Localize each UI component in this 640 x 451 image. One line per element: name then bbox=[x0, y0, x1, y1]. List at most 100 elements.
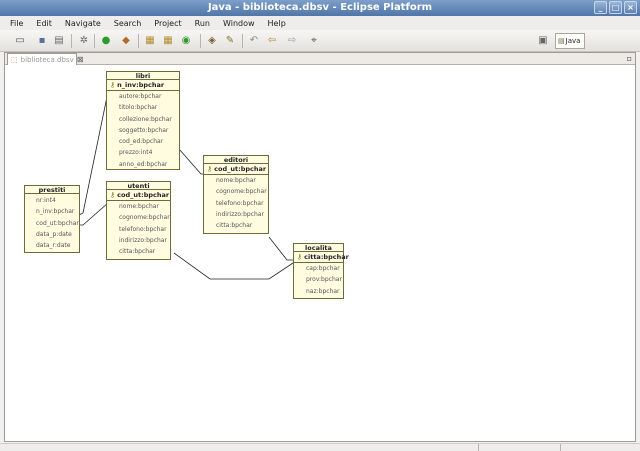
entity-utenti-pk-label: cod_ut:bpchar bbox=[117, 190, 170, 199]
toolbar-separator bbox=[94, 34, 95, 48]
field: naz:bpchar bbox=[306, 287, 340, 295]
entity-prestiti-fields: nr:int4 n_inv:bpchar cod_ut:bpchar data_… bbox=[25, 194, 79, 251]
menu-help[interactable]: Help bbox=[268, 19, 286, 28]
menu-navigate[interactable]: Navigate bbox=[65, 19, 101, 28]
open-type-icon[interactable]: ◈ bbox=[204, 33, 220, 49]
entity-localita-fields: cap:bpchar prov:bpchar naz:bpchar bbox=[294, 263, 343, 297]
perspective-label: Java bbox=[565, 37, 581, 45]
run-icon[interactable]: ● bbox=[98, 33, 114, 49]
field: titolo:bpchar bbox=[119, 104, 158, 112]
menu-edit[interactable]: Edit bbox=[36, 19, 52, 28]
editor-tab-row: ⬚ biblioteca.dbsv ⊠ ▫ bbox=[5, 53, 635, 65]
entity-utenti[interactable]: utenti ⚷ cod_ut:bpchar nome:bpchar cogno… bbox=[106, 181, 171, 260]
debug-icon[interactable]: ✲ bbox=[76, 33, 92, 49]
field: nome:bpchar bbox=[216, 177, 256, 184]
editor-tab-label: biblioteca.dbsv bbox=[20, 55, 74, 64]
forward-icon[interactable]: ⇨ bbox=[284, 33, 300, 49]
field: prezzo:int4 bbox=[119, 149, 153, 157]
window-titlebar: Java - biblioteca.dbsv - Eclipse Platfor… bbox=[0, 0, 640, 16]
external-tools-icon[interactable]: ◆ bbox=[118, 33, 134, 49]
key-icon: ⚷ bbox=[207, 164, 213, 173]
search-icon[interactable]: ✎ bbox=[222, 33, 238, 49]
field: nr:int4 bbox=[36, 197, 56, 204]
status-bar bbox=[0, 443, 640, 451]
new-package-icon[interactable]: ▦ bbox=[142, 33, 158, 49]
entity-editori-pk-label: cod_ut:bpchar bbox=[214, 164, 267, 173]
link-libri-editori bbox=[178, 148, 203, 175]
diagram-file-icon: ⬚ bbox=[11, 55, 18, 64]
minimize-button[interactable]: _ bbox=[594, 1, 607, 14]
editor-tab[interactable]: ⬚ biblioteca.dbsv ⊠ bbox=[7, 53, 83, 65]
java-perspective-icon: ▤ bbox=[558, 37, 565, 45]
field: anno_ed:bpchar bbox=[119, 160, 168, 168]
field: indirizzo:bpchar bbox=[119, 236, 167, 244]
last-edit-icon[interactable]: ↶ bbox=[246, 33, 262, 49]
field: cod_ut:bpchar bbox=[36, 219, 79, 227]
field: prov:bpchar bbox=[306, 276, 342, 284]
entity-localita-pk: ⚷ citta:bpchar bbox=[294, 252, 349, 263]
menu-window[interactable]: Window bbox=[223, 19, 255, 28]
entity-libri[interactable]: libri ⚷ n_inv:bpchar autore:bpchar titol… bbox=[106, 71, 180, 170]
field: cap:bpchar bbox=[306, 265, 340, 272]
java-perspective-button[interactable]: ▤ Java bbox=[555, 33, 585, 49]
print-icon[interactable]: ▤ bbox=[51, 33, 67, 49]
menu-run[interactable]: Run bbox=[195, 19, 210, 28]
link-editori-localita bbox=[268, 236, 296, 261]
main-toolbar: ▭ ▪ ▤ ✲ ● ◆ ▦ ▦ ◉ ◈ ✎ ↶ ⇦ ⇨ ⌖ ▣ ▤ Java bbox=[0, 30, 640, 52]
pin-icon[interactable]: ⌖ bbox=[306, 33, 322, 49]
status-divider bbox=[560, 444, 561, 451]
back-icon[interactable]: ⇦ bbox=[264, 33, 280, 49]
entity-libri-pk-label: n_inv:bpchar bbox=[117, 80, 165, 89]
field: cognome:bpchar bbox=[119, 214, 170, 222]
entity-editori-pk: ⚷ cod_ut:bpchar bbox=[204, 164, 268, 175]
entity-editori-fields: nome:bpchar cognome:bpchar telefono:bpch… bbox=[204, 175, 268, 231]
save-icon[interactable]: ▪ bbox=[34, 33, 50, 49]
key-icon: ⚷ bbox=[110, 190, 116, 199]
status-divider bbox=[478, 444, 479, 451]
field: cognome:bpchar bbox=[216, 188, 267, 196]
key-icon: ⚷ bbox=[110, 80, 116, 89]
toolbar-separator bbox=[71, 34, 72, 48]
entity-localita[interactable]: localita ⚷ citta:bpchar cap:bpchar prov:… bbox=[293, 243, 349, 299]
maximize-button[interactable]: □ bbox=[609, 1, 622, 14]
toolbar-separator bbox=[138, 34, 139, 48]
close-button[interactable]: × bbox=[624, 1, 637, 14]
field: data_r:date bbox=[36, 242, 71, 250]
field: autore:bpchar bbox=[119, 93, 162, 100]
toolbar-separator bbox=[242, 34, 243, 48]
new-java-class-icon[interactable]: ◉ bbox=[178, 33, 194, 49]
field: nome:bpchar bbox=[119, 203, 159, 210]
field: telefono:bpchar bbox=[119, 225, 167, 233]
new-icon[interactable]: ▭ bbox=[12, 33, 28, 49]
entity-utenti-fields: nome:bpchar cognome:bpchar telefono:bpch… bbox=[107, 201, 170, 257]
link-utenti-prestiti bbox=[79, 202, 109, 226]
field: data_p:date bbox=[36, 230, 72, 238]
diagram-canvas[interactable]: libri ⚷ n_inv:bpchar autore:bpchar titol… bbox=[5, 65, 635, 441]
entity-editori[interactable]: editori ⚷ cod_ut:bpchar nome:bpchar cogn… bbox=[203, 155, 269, 234]
field: n_inv:bpchar bbox=[36, 208, 75, 216]
entity-libri-fields: autore:bpchar titolo:bpchar collezione:b… bbox=[107, 91, 179, 170]
toolbar-separator bbox=[200, 34, 201, 48]
link-utenti-localita bbox=[173, 252, 297, 280]
menu-file[interactable]: File bbox=[10, 19, 23, 28]
field: citta:bpchar bbox=[119, 248, 156, 256]
menu-project[interactable]: Project bbox=[154, 19, 181, 28]
entity-prestiti-title: prestiti bbox=[25, 186, 79, 194]
field: soggetto:bpchar bbox=[119, 126, 169, 134]
window-controls: _ □ × bbox=[594, 1, 637, 14]
window-title: Java - biblioteca.dbsv - Eclipse Platfor… bbox=[207, 2, 433, 13]
entity-prestiti[interactable]: prestiti nr:int4 n_inv:bpchar cod_ut:bpc… bbox=[24, 185, 80, 253]
tab-close-icon[interactable]: ⊠ bbox=[77, 55, 84, 64]
entity-localita-pk-label: citta:bpchar bbox=[304, 252, 349, 261]
view-menu-icon[interactable]: ▫ bbox=[627, 54, 632, 63]
key-icon: ⚷ bbox=[297, 252, 303, 261]
new-class-icon[interactable]: ▦ bbox=[160, 33, 176, 49]
menu-bar: File Edit Navigate Search Project Run Wi… bbox=[0, 16, 640, 30]
entity-utenti-pk: ⚷ cod_ut:bpchar bbox=[107, 190, 170, 201]
open-perspective-icon[interactable]: ▣ bbox=[535, 33, 551, 49]
field: collezione:bpchar bbox=[119, 115, 172, 123]
field: indirizzo:bpchar bbox=[216, 210, 264, 218]
menu-search[interactable]: Search bbox=[114, 19, 141, 28]
field: telefono:bpchar bbox=[216, 199, 264, 207]
entity-libri-pk: ⚷ n_inv:bpchar bbox=[107, 80, 179, 91]
